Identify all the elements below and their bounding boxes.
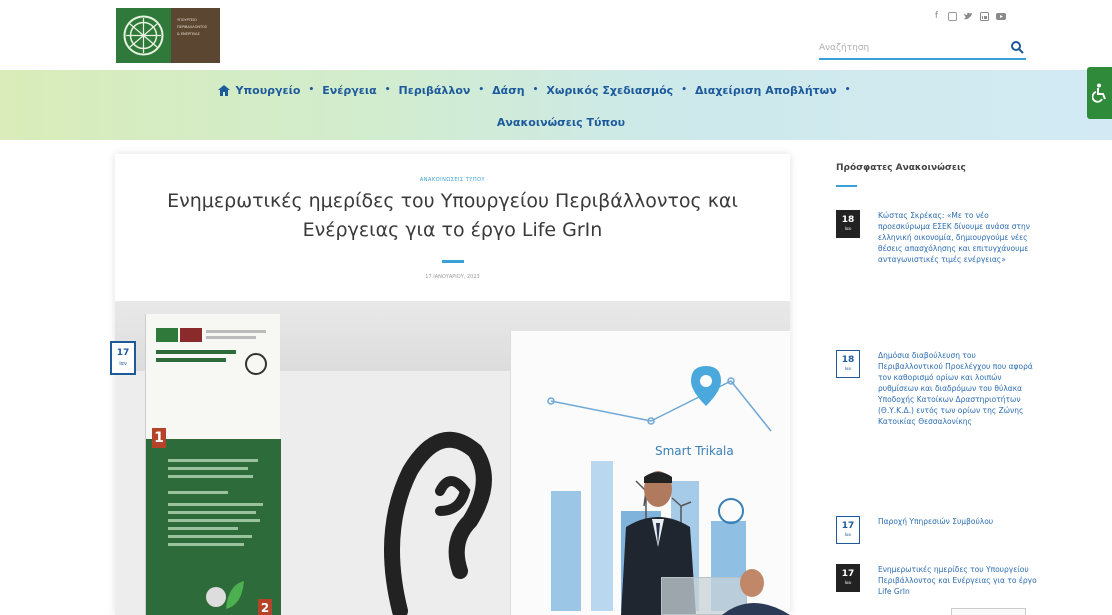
leaf-graphic	[206, 581, 244, 609]
youtube-icon[interactable]	[996, 12, 1006, 21]
article-category[interactable]: ΑΝΑΚΟΙΝΩΣΕΙΣ ΤΥΠΟΥ	[115, 177, 790, 183]
nav-item-press-releases[interactable]: Ανακοινώσεις Τύπου	[491, 116, 631, 129]
nav-item-spatial-planning[interactable]: Χωρικός Σχεδιασμός	[540, 84, 679, 97]
nav-item-label: Περιβάλλον	[398, 83, 471, 97]
nav-row: Υπουργείο • Ενέργεια • Περιβάλλον • Δάση…	[0, 80, 1112, 100]
logo-text-line: ΠΕΡΙΒΑΛΛΟΝΤΟΣ	[177, 25, 208, 29]
nav-row: Ανακοινώσεις Τύπου	[0, 112, 1112, 132]
badge-day: 17	[116, 348, 130, 358]
instagram-icon[interactable]	[948, 12, 957, 21]
nav-item-environment[interactable]: Περιβάλλον	[393, 84, 477, 97]
dropdown-dot-icon: •	[308, 85, 315, 95]
home-icon	[217, 84, 230, 96]
banner-number-2: 2	[258, 599, 272, 615]
attendee-graphic	[722, 569, 790, 615]
news-title-link[interactable]: Παροχή Υπηρεσιών Συμβούλου	[878, 516, 1040, 527]
badge-month: Ιαν	[119, 361, 127, 367]
news-date-badge: 17 Ιαν	[836, 516, 860, 544]
logo-text-line: ΥΠΟΥΡΓΕΙΟ	[177, 18, 197, 22]
article-date: 17 ΙΑΝΟΥΑΡΙΟΥ, 2023	[425, 274, 480, 280]
news-day: 17	[841, 521, 855, 531]
news-date-badge: 18 Ιαν	[836, 350, 860, 378]
article-image: 1 2 Smart Trikala	[115, 301, 790, 615]
social-links: f	[932, 12, 1006, 21]
article-card: ΑΝΑΚΟΙΝΩΣΕΙΣ ΤΥΠΟΥ Ενημερωτικές ημερίδες…	[115, 154, 790, 615]
banner-green-panel	[146, 439, 281, 615]
sidebar-title: Πρόσφατες Ανακοινώσεις	[836, 163, 966, 173]
twitter-icon[interactable]	[964, 12, 973, 21]
nav-item-waste-management[interactable]: Διαχείριση Αποβλήτων	[689, 84, 843, 97]
news-month: Ιαν	[844, 367, 852, 372]
news-date-badge: 18 Ιαν	[836, 210, 860, 238]
news-title-link[interactable]: Ενημερωτικές ημερίδες του Υπουργείου Περ…	[878, 564, 1040, 597]
news-title-link[interactable]: Δημόσια διαβούλευση του Περιβαλλοντικού …	[878, 350, 1040, 427]
logo-text: ΥΠΟΥΡΓΕΙΟ ΠΕΡΙΒΑΛΛΟΝΤΟΣ & ΕΝΕΡΓΕΙΑΣ	[171, 8, 220, 63]
logo-emblem	[116, 8, 171, 63]
dropdown-dot-icon: •	[478, 85, 485, 95]
search-icon[interactable]	[1010, 40, 1024, 54]
screen-caption: Smart Trikala	[655, 444, 734, 458]
search-box	[819, 36, 1026, 60]
wheelchair-icon	[1091, 83, 1106, 103]
accessibility-button[interactable]	[1087, 67, 1112, 119]
dropdown-dot-icon: •	[532, 85, 539, 95]
news-month: Ιαν	[844, 533, 852, 538]
news-day: 17	[841, 569, 855, 579]
site-header: ΥΠΟΥΡΓΕΙΟ ΠΕΡΙΒΑΛΛΟΝΤΟΣ & ΕΝΕΡΓΕΙΑΣ f	[0, 0, 1112, 70]
article-date-badge: 17 Ιαν	[110, 341, 136, 375]
news-month: Ιαν	[844, 227, 852, 232]
event-banner: 1 2	[145, 314, 281, 615]
cookie-banner-edge[interactable]	[951, 608, 1026, 615]
wall-ear-graphic	[384, 431, 492, 615]
nav-item-ministry[interactable]: Υπουργείο	[212, 84, 307, 97]
nav-item-label: Δάση	[492, 83, 525, 97]
news-day: 18	[841, 355, 855, 365]
dropdown-dot-icon: •	[384, 85, 391, 95]
nav-item-label: Χωρικός Σχεδιασμός	[546, 83, 674, 97]
banner-header-graphic	[156, 328, 267, 375]
news-day: 18	[841, 215, 855, 225]
nav-item-label: Υπουργείο	[235, 83, 301, 97]
dropdown-dot-icon: •	[844, 85, 851, 95]
nav-item-forests[interactable]: Δάση	[486, 84, 530, 97]
title-divider	[442, 260, 464, 263]
nav-item-energy[interactable]: Ενέργεια	[316, 84, 382, 97]
banner-number-1: 1	[152, 428, 166, 448]
nav-item-label: Διαχείριση Αποβλήτων	[694, 83, 837, 97]
logo-text-line: & ΕΝΕΡΓΕΙΑΣ	[177, 32, 200, 36]
nav-item-label: Ανακοινώσεις Τύπου	[496, 115, 626, 129]
article-title: Ενημερωτικές ημερίδες του Υπουργείου Περ…	[167, 190, 738, 241]
news-month: Ιαν	[844, 581, 852, 586]
linkedin-icon[interactable]	[980, 12, 989, 21]
news-date-badge: 17 Ιαν	[836, 564, 860, 592]
sidebar-title-divider	[836, 185, 857, 187]
nav-item-label: Ενέργεια	[322, 83, 377, 97]
ministry-logo[interactable]: ΥΠΟΥΡΓΕΙΟ ΠΕΡΙΒΑΛΛΟΝΤΟΣ & ΕΝΕΡΓΕΙΑΣ	[116, 8, 220, 63]
recent-announcements-sidebar: Πρόσφατες Ανακοινώσεις 18 Ιαν Κώστας Σκρ…	[836, 154, 1046, 615]
dropdown-dot-icon: •	[681, 85, 687, 95]
news-title-link[interactable]: Κώστας Σκρέκας: «Με το νέο προεσκύρωμα Ε…	[878, 210, 1040, 265]
main-navigation: Υπουργείο • Ενέργεια • Περιβάλλον • Δάση…	[0, 70, 1112, 140]
search-input[interactable]	[819, 39, 999, 57]
facebook-icon[interactable]: f	[932, 12, 941, 21]
